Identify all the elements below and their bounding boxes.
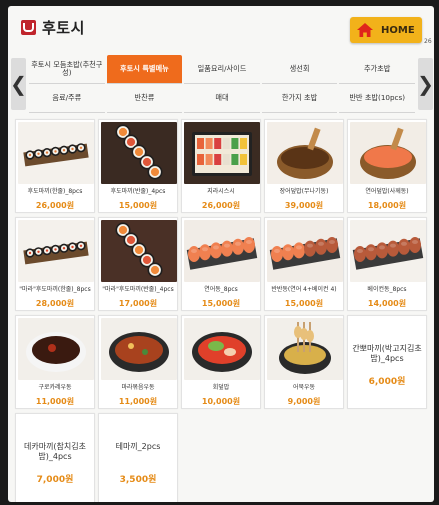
home-button[interactable]: HOME bbox=[350, 17, 422, 43]
product-price: 6,000원 bbox=[368, 377, 406, 387]
product-price: 18,000원 bbox=[367, 201, 407, 210]
product-name: 마라볶음우동 bbox=[121, 384, 155, 391]
category-tab[interactable]: 반찬류 bbox=[106, 84, 183, 113]
eel-rice-bowl-photo bbox=[267, 122, 343, 184]
product-card[interactable]: 후도마끼(반줄)_4pcs 15,000원 bbox=[98, 119, 178, 213]
product-name: 간뽀마끼(박고지김초밥)_4pcs bbox=[352, 344, 422, 363]
category-tabs: 후토시 모듬초밥(추천구성) 후토시 특별메뉴 일품요리/사이드 생선회 추가초밥음료/… bbox=[29, 55, 415, 113]
product-name: "마라"후도마끼(반줄)_4pcs bbox=[102, 286, 174, 293]
product-card[interactable]: "마라"후도마끼(반줄)_4pcs 17,000원 bbox=[98, 217, 178, 311]
home-label: HOME bbox=[381, 24, 415, 36]
mala-roll-board-photo bbox=[18, 220, 94, 282]
category-tab[interactable]: 음료/주류 bbox=[29, 84, 105, 113]
product-card[interactable]: 지라시스시 26,000원 bbox=[181, 119, 261, 213]
product-name: 연어덮밥(사께동) bbox=[365, 188, 409, 195]
product-price: 26,000원 bbox=[201, 201, 241, 210]
category-tab[interactable]: 일품요리/사이드 bbox=[184, 55, 260, 84]
product-price: 11,000원 bbox=[35, 397, 75, 406]
product-card[interactable]: 데카마끼(참치김초밥)_4pcs 7,000원 bbox=[15, 413, 95, 502]
product-card[interactable]: 연어동_8pcs 15,000원 bbox=[181, 217, 261, 311]
category-tab[interactable]: 매대 bbox=[184, 84, 260, 113]
chevron-left-icon: ❮ bbox=[10, 72, 27, 96]
product-card[interactable]: 간뽀마끼(박고지김초밥)_4pcs 6,000원 bbox=[347, 315, 427, 409]
product-card[interactable]: 반반동(연어 4+베이컨 4) 15,000원 bbox=[264, 217, 344, 311]
product-card[interactable]: 베이컨동_8pcs 14,000원 bbox=[347, 217, 427, 311]
category-tab[interactable]: 생선회 bbox=[261, 55, 338, 84]
product-price: 3,500원 bbox=[119, 475, 157, 485]
product-name: 후도마끼(한줄)_8pcs bbox=[27, 188, 83, 195]
category-tab[interactable]: 반반 초밥(10pcs) bbox=[339, 84, 415, 113]
product-name: 지라시스시 bbox=[207, 188, 235, 195]
product-price: 7,000원 bbox=[36, 475, 74, 485]
product-price: 14,000원 bbox=[367, 299, 407, 308]
sushi-roll-stack-photo bbox=[101, 122, 177, 184]
house-icon bbox=[357, 23, 373, 37]
product-name: "마라"후도마끼(한줄)_8pcs bbox=[19, 286, 91, 293]
product-card[interactable]: 마라볶음우동 11,000원 bbox=[98, 315, 178, 409]
product-grid: 후도마끼(한줄)_8pcs 26,000원 후도마끼(반줄)_4pcs 15,000원… bbox=[15, 119, 427, 502]
brand-logo bbox=[21, 20, 36, 35]
product-card[interactable]: 연어덮밥(사께동) 18,000원 bbox=[347, 119, 427, 213]
product-name: 장어덮밥(무나기동) bbox=[279, 188, 329, 195]
salmon-rice-bowl-photo bbox=[350, 122, 426, 184]
fishcake-udon-photo bbox=[267, 318, 343, 380]
half-half-nigiri-photo bbox=[267, 220, 343, 282]
product-name: 회덮밥 bbox=[212, 384, 230, 391]
bacon-nigiri-photo bbox=[350, 220, 426, 282]
category-prev-button[interactable]: ❮ bbox=[10, 58, 27, 110]
category-tab[interactable]: 후토시 특별메뉴 bbox=[106, 55, 183, 84]
product-price: 9,000원 bbox=[287, 397, 321, 406]
header: 후토시 HOME 26 bbox=[8, 6, 434, 54]
salmon-nigiri-photo bbox=[184, 220, 260, 282]
brand-name: 후토시 bbox=[42, 19, 85, 37]
product-name: 반반동(연어 4+베이컨 4) bbox=[271, 286, 337, 293]
black-curry-udon-photo bbox=[18, 318, 94, 380]
product-card[interactable]: 후도마끼(한줄)_8pcs 26,000원 bbox=[15, 119, 95, 213]
product-card[interactable]: 구로카레우동 11,000원 bbox=[15, 315, 95, 409]
product-name: 어묵우동 bbox=[292, 384, 316, 391]
product-price: 15,000원 bbox=[118, 201, 158, 210]
product-name: 베이컨동_8pcs bbox=[367, 286, 407, 293]
product-card[interactable]: 장어덮밥(무나기동) 39,000원 bbox=[264, 119, 344, 213]
product-card[interactable]: 회덮밥 10,000원 bbox=[181, 315, 261, 409]
product-name: 구로카레우동 bbox=[38, 384, 72, 391]
product-card[interactable]: "마라"후도마끼(한줄)_8pcs 28,000원 bbox=[15, 217, 95, 311]
category-tab[interactable]: 추가초밥 bbox=[339, 55, 415, 84]
kiosk-screen: 후토시 HOME 26 ❮ 후토시 모듬초밥(추천구성) 후토시 특별메뉴 일품요리… bbox=[8, 6, 434, 502]
product-price: 15,000원 bbox=[201, 299, 241, 308]
product-name: 연어동_8pcs bbox=[204, 286, 238, 293]
product-name: 테마끼_2pcs bbox=[115, 442, 161, 451]
sashimi-rice-photo bbox=[184, 318, 260, 380]
product-price: 28,000원 bbox=[35, 299, 75, 308]
chevron-right-icon: ❯ bbox=[417, 72, 434, 96]
product-card[interactable]: 테마끼_2pcs 3,500원 bbox=[98, 413, 178, 502]
product-price: 11,000원 bbox=[118, 397, 158, 406]
chirashi-box-photo bbox=[184, 122, 260, 184]
product-price: 26,000원 bbox=[35, 201, 75, 210]
product-price: 10,000원 bbox=[201, 397, 241, 406]
product-name: 데카마끼(참치김초밥)_4pcs bbox=[23, 442, 86, 461]
category-tab[interactable]: 한가지 초밥 bbox=[261, 84, 338, 113]
mala-roll-half-photo bbox=[101, 220, 177, 282]
category-tab[interactable]: 후토시 모듬초밥(추천구성) bbox=[29, 55, 105, 84]
mala-stirfry-udon-photo bbox=[101, 318, 177, 380]
sushi-roll-board-photo bbox=[18, 122, 94, 184]
product-price: 17,000원 bbox=[118, 299, 158, 308]
product-card[interactable]: 어묵우동 9,000원 bbox=[264, 315, 344, 409]
product-name: 후도마끼(반줄)_4pcs bbox=[110, 188, 166, 195]
product-price: 39,000원 bbox=[284, 201, 324, 210]
page-number: 26 bbox=[424, 38, 432, 45]
product-price: 15,000원 bbox=[284, 299, 324, 308]
category-next-button[interactable]: ❯ bbox=[417, 58, 434, 110]
